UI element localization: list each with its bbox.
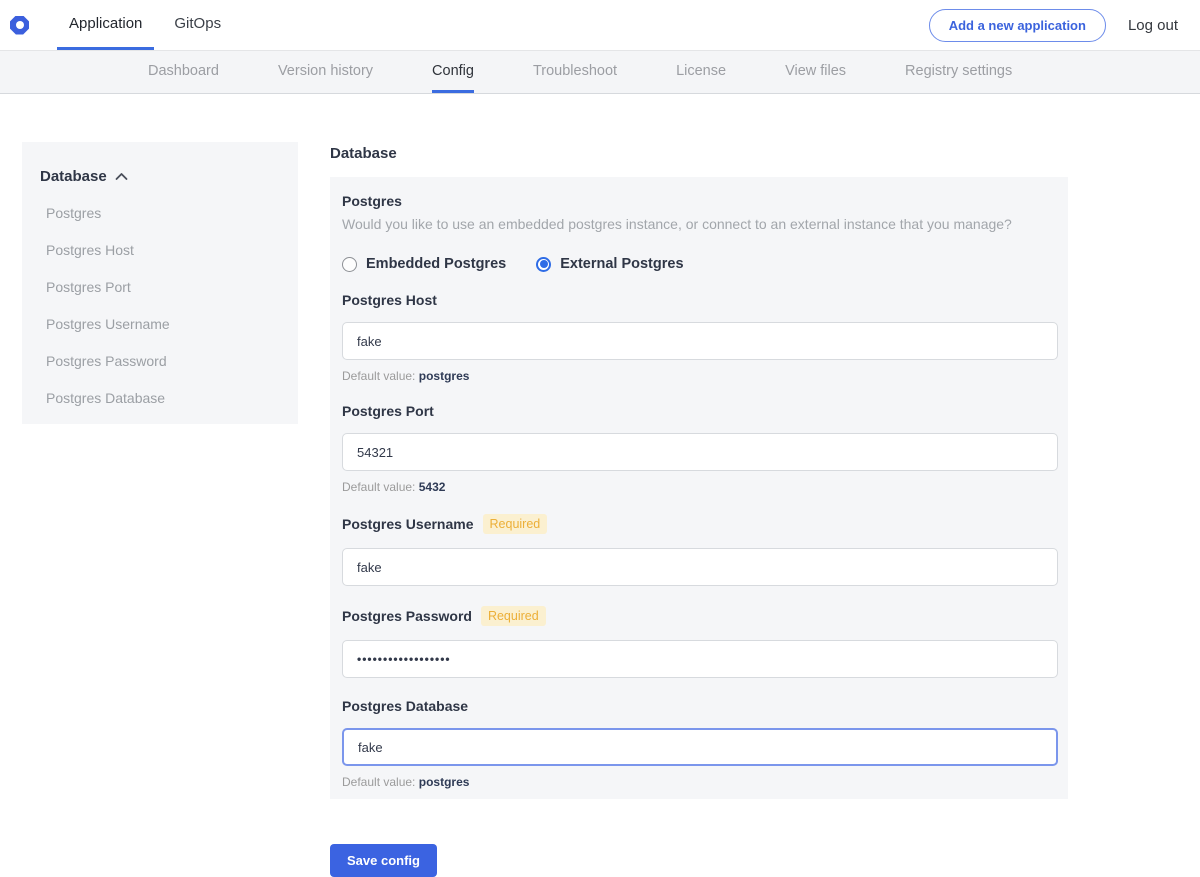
field-label-postgres-username-text: Postgres Username: [342, 516, 474, 532]
config-page: Database Postgres Postgres Host Postgres…: [0, 94, 1200, 873]
postgres-host-default-helper: Default value: postgres: [342, 369, 1056, 383]
required-badge: Required: [483, 514, 548, 534]
default-value-text: postgres: [419, 369, 470, 383]
postgres-port-input[interactable]: [342, 433, 1058, 471]
postgres-host-input[interactable]: [342, 322, 1058, 360]
sidebar-item-postgres-password[interactable]: Postgres Password: [40, 353, 282, 369]
default-value-label: Default value:: [342, 369, 415, 383]
default-value-text: postgres: [419, 775, 470, 789]
postgres-database-input[interactable]: [342, 728, 1058, 766]
field-label-postgres-username: Postgres Username Required: [342, 514, 1056, 534]
subnav-tab-license-label: License: [676, 63, 726, 79]
sidebar-item-postgres-port[interactable]: Postgres Port: [40, 279, 282, 295]
postgres-group-label: Postgres: [342, 193, 1056, 209]
save-config-button[interactable]: Save config: [330, 844, 437, 877]
postgres-group-help-text: Would you like to use an embedded postgr…: [342, 216, 1056, 232]
field-label-postgres-port-text: Postgres Port: [342, 403, 434, 419]
default-value-text: 5432: [419, 480, 446, 494]
sidebar-item-postgres-database[interactable]: Postgres Database: [40, 390, 282, 406]
field-label-postgres-host: Postgres Host: [342, 292, 1056, 308]
section-heading-database: Database: [330, 145, 1068, 162]
default-value-label: Default value:: [342, 775, 415, 789]
subnav-tab-view-files-label: View files: [785, 63, 846, 79]
subnav-tab-view-files[interactable]: View files: [785, 51, 846, 93]
field-label-postgres-port: Postgres Port: [342, 403, 1056, 419]
sidebar-group-database[interactable]: Database: [40, 168, 282, 185]
sidebar-item-postgres-username[interactable]: Postgres Username: [40, 316, 282, 332]
field-label-postgres-database-text: Postgres Database: [342, 698, 468, 714]
app-subnav: Dashboard Version history Config Trouble…: [0, 50, 1200, 94]
sidebar-item-postgres-host[interactable]: Postgres Host: [40, 242, 282, 258]
radio-external-postgres[interactable]: External Postgres: [536, 256, 683, 272]
tab-application-label: Application: [69, 15, 142, 32]
radio-external-postgres-label: External Postgres: [560, 256, 683, 272]
tab-gitops-label: GitOps: [174, 15, 221, 32]
field-label-postgres-password: Postgres Password Required: [342, 606, 1056, 626]
subnav-tab-dashboard-label: Dashboard: [148, 63, 219, 79]
postgres-password-input[interactable]: [342, 640, 1058, 678]
top-tabs: Application GitOps: [57, 0, 233, 50]
sidebar-group-database-label: Database: [40, 168, 107, 185]
postgres-database-default-helper: Default value: postgres: [342, 775, 1056, 789]
subnav-tab-troubleshoot-label: Troubleshoot: [533, 63, 617, 79]
subnav-tab-license[interactable]: License: [676, 51, 726, 93]
tab-application[interactable]: Application: [57, 0, 154, 50]
top-navbar: Application GitOps Add a new application…: [0, 0, 1200, 50]
default-value-label: Default value:: [342, 480, 415, 494]
logout-link[interactable]: Log out: [1128, 17, 1178, 34]
subnav-tab-registry-settings-label: Registry settings: [905, 63, 1012, 79]
chevron-up-icon: [115, 172, 128, 181]
tab-gitops[interactable]: GitOps: [162, 0, 233, 50]
radio-selected-icon[interactable]: [536, 257, 551, 272]
replicated-logo-icon: [10, 16, 29, 35]
subnav-tab-version-history[interactable]: Version history: [278, 51, 373, 93]
sidebar-item-postgres[interactable]: Postgres: [40, 205, 282, 221]
radio-embedded-postgres-label: Embedded Postgres: [366, 256, 506, 272]
app-logo[interactable]: [10, 0, 29, 50]
postgres-username-input[interactable]: [342, 548, 1058, 586]
subnav-tab-registry-settings[interactable]: Registry settings: [905, 51, 1012, 93]
add-new-application-button[interactable]: Add a new application: [929, 9, 1106, 42]
postgres-port-default-helper: Default value: 5432: [342, 480, 1056, 494]
postgres-type-radio-group: Embedded Postgres External Postgres: [342, 256, 1056, 272]
field-label-postgres-database: Postgres Database: [342, 698, 1056, 714]
field-label-postgres-host-text: Postgres Host: [342, 292, 437, 308]
config-sidebar: Database Postgres Postgres Host Postgres…: [22, 142, 298, 424]
subnav-tab-config-label: Config: [432, 63, 474, 79]
topbar-right: Add a new application Log out: [929, 0, 1200, 50]
subnav-tab-config[interactable]: Config: [432, 51, 474, 93]
radio-embedded-postgres[interactable]: Embedded Postgres: [342, 256, 506, 272]
database-config-card: Postgres Would you like to use an embedd…: [330, 177, 1068, 799]
radio-unselected-icon[interactable]: [342, 257, 357, 272]
required-badge: Required: [481, 606, 546, 626]
subnav-tab-troubleshoot[interactable]: Troubleshoot: [533, 51, 617, 93]
subnav-tab-version-history-label: Version history: [278, 63, 373, 79]
field-label-postgres-password-text: Postgres Password: [342, 608, 472, 624]
config-main: Database Postgres Would you like to use …: [330, 145, 1068, 877]
subnav-tab-dashboard[interactable]: Dashboard: [148, 51, 219, 93]
